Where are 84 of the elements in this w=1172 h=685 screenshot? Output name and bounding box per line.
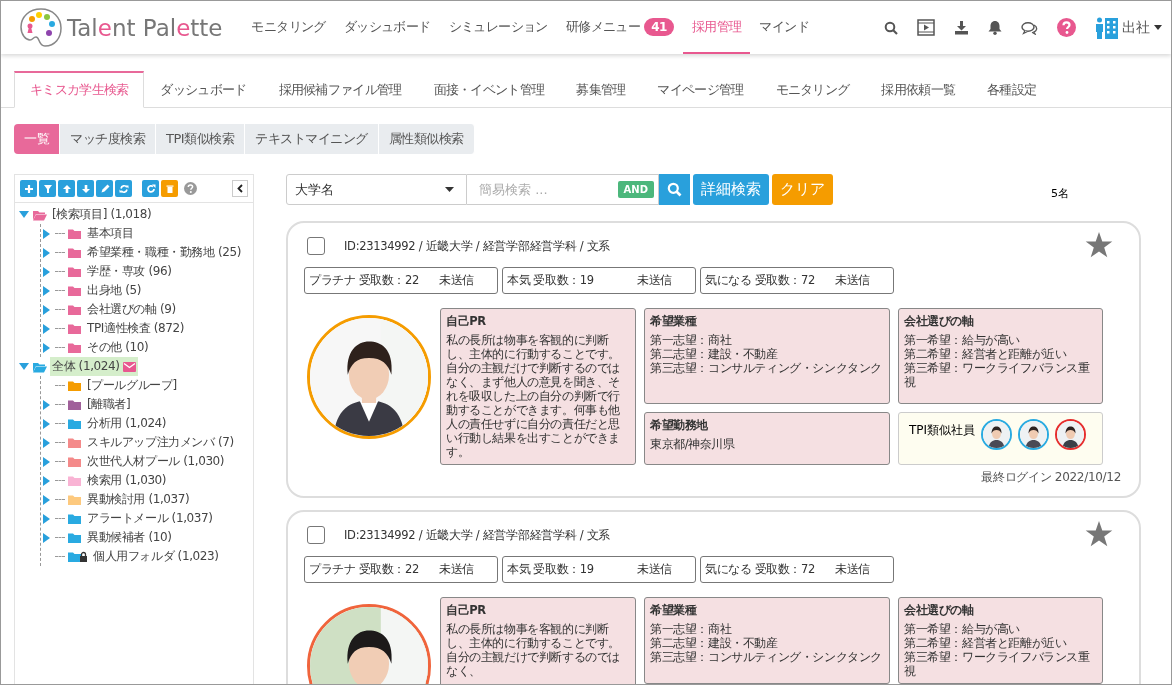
- scout-count: プラチナ 受取数：22: [309, 273, 420, 288]
- panel-title: 自己PR: [446, 603, 487, 617]
- send-status: 未送信: [637, 273, 672, 288]
- panel-line: 第二希望：経営者と距離が近い: [904, 636, 1068, 650]
- panel-line: 第一希望：給与が高い: [904, 333, 1021, 347]
- result-count: 5名: [1051, 186, 1069, 201]
- status-label: 出社: [1122, 18, 1150, 37]
- panel-title: 会社選びの軸: [904, 603, 975, 617]
- panel-title: 希望勤務地: [650, 417, 709, 432]
- panel-title: 希望業種: [650, 603, 698, 617]
- nav-item[interactable]: シミュレーション: [439, 1, 557, 54]
- panel-line: 第三希望：ワークライフバランス重視: [904, 361, 1091, 389]
- tree-item[interactable]: 次世代人材プール (1,030): [85, 452, 227, 471]
- panel-line: 東京都/神奈川県: [650, 436, 736, 451]
- scout-count: 気になる 受取数：72: [705, 562, 816, 577]
- panel-title: 希望業種: [650, 314, 698, 328]
- view-tab[interactable]: TPI類似検索: [156, 124, 246, 154]
- tree-item[interactable]: 個人用フォルダ (1,023): [91, 547, 221, 566]
- send-status: 未送信: [835, 562, 870, 577]
- panel-line: 第一志望：商社: [650, 333, 733, 347]
- candidate-info: ID:23134992 / 近畿大学 / 経営学部経営学科 / 文系: [344, 238, 610, 254]
- panel-title: TPI類似社員: [909, 421, 976, 439]
- view-tab[interactable]: 属性類似検索: [378, 124, 475, 154]
- view-tab[interactable]: マッチ度検索: [60, 124, 156, 154]
- logo-text: Talent Palette: [67, 14, 223, 41]
- count-badge: 41: [644, 17, 674, 36]
- tab[interactable]: 募集管理: [560, 71, 642, 108]
- tab[interactable]: 採用候補ファイル管理: [262, 71, 418, 108]
- dropdown-value: 大学名: [295, 180, 334, 199]
- panel-title: 会社選びの軸: [904, 314, 975, 328]
- scout-count: 本気 受取数：19: [507, 273, 595, 288]
- tree-item[interactable]: 会社選びの軸 (9): [85, 300, 178, 319]
- scout-count: プラチナ 受取数：22: [309, 562, 420, 577]
- tab[interactable]: ダッシュボード: [144, 71, 263, 108]
- tree-item[interactable]: 全体 (1,024): [50, 357, 138, 376]
- panel-line: 第二志望：建設・不動産: [650, 347, 779, 361]
- tab[interactable]: 面接・イベント管理: [417, 71, 561, 108]
- tree-item[interactable]: スキルアップ注力メンバ (7): [85, 433, 236, 452]
- scout-count: 本気 受取数：19: [507, 562, 595, 577]
- send-status: 未送信: [439, 273, 474, 288]
- tab[interactable]: 各種設定: [971, 71, 1053, 108]
- tree-item[interactable]: 異動候補者 (10): [85, 528, 174, 547]
- dropdown[interactable]: 大学名: [286, 174, 467, 205]
- panel-text: 私の長所は物事を客観的に判断し、主体的に行動することです。自分の主観だけで判断するのではなく、まず他人の意見を聞き、それを吸収した上の自分の判断で行動することができます。何事も他人の責任せずに自分の責任だと思い行動し結果を出すことができます。: [446, 333, 621, 459]
- last-login: 最終ログイン 2022/10/12: [980, 469, 1122, 486]
- panel-line: 第三志望：コンサルティング・シンクタンク: [650, 650, 883, 664]
- tree-item[interactable]: アラートメール (1,037): [85, 509, 215, 528]
- panel-title: 自己PR: [446, 314, 487, 328]
- tree-item[interactable]: [プールグループ]: [85, 376, 179, 395]
- tab[interactable]: 採用依頼一覧: [865, 71, 972, 108]
- tree-item[interactable]: 検索用 (1,030): [85, 471, 169, 490]
- tree-item[interactable]: 分析用 (1,024): [85, 414, 169, 433]
- nav-item[interactable]: 採用管理: [682, 1, 751, 54]
- send-status: 未送信: [835, 273, 870, 288]
- panel-text: 私の長所は物事を客観的に判断し、主体的に行動することです。自分の主観だけで判断するのではなく、: [446, 622, 621, 678]
- tree-item[interactable]: 異動検討用 (1,037): [85, 490, 192, 509]
- tree-item[interactable]: その他 (10): [85, 338, 151, 357]
- tree-item[interactable]: 学歴・専攻 (96): [85, 262, 174, 281]
- tree-item[interactable]: 出身地 (5): [85, 281, 143, 300]
- tab[interactable]: モニタリング: [759, 71, 866, 108]
- candidate-info: ID:23134992 / 近畿大学 / 経営学部経営学科 / 文系: [344, 527, 610, 543]
- nav-item[interactable]: マインド: [750, 1, 818, 54]
- scout-count: 気になる 受取数：72: [705, 273, 816, 288]
- panel-line: 第三志望：コンサルティング・シンクタンク: [650, 361, 883, 375]
- view-tab[interactable]: テキストマイニング: [245, 124, 379, 154]
- tree-item[interactable]: 希望業種・職種・勤務地 (25): [85, 243, 244, 262]
- panel-line: 第二志望：建設・不動産: [650, 636, 779, 650]
- send-status: 未送信: [637, 562, 672, 577]
- tab[interactable]: キミスカ学生検索: [14, 71, 145, 108]
- panel-line: 第二希望：経営者と距離が近い: [904, 347, 1068, 361]
- nav-item[interactable]: モニタリング: [242, 1, 335, 54]
- tree-item[interactable]: [検索項目] (1,018): [50, 205, 154, 224]
- tree-item-label: 全体 (1,024): [52, 358, 120, 375]
- tree-item[interactable]: [離職者]: [85, 395, 133, 414]
- nav-item[interactable]: 研修メニュー 41: [556, 1, 683, 54]
- tree-item[interactable]: 基本項目: [85, 224, 136, 243]
- send-status: 未送信: [439, 562, 474, 577]
- tab[interactable]: マイページ管理: [641, 71, 760, 108]
- panel-line: 第一志望：商社: [650, 622, 733, 636]
- nav-item[interactable]: ダッシュボード: [334, 1, 440, 54]
- panel-line: 第三希望：ワークライフバランス重視: [904, 650, 1091, 678]
- tree-item[interactable]: TPI適性検査 (872): [85, 319, 186, 338]
- status-menu[interactable]: 出社: [1095, 16, 1163, 39]
- panel-line: 第一希望：給与が高い: [904, 622, 1021, 636]
